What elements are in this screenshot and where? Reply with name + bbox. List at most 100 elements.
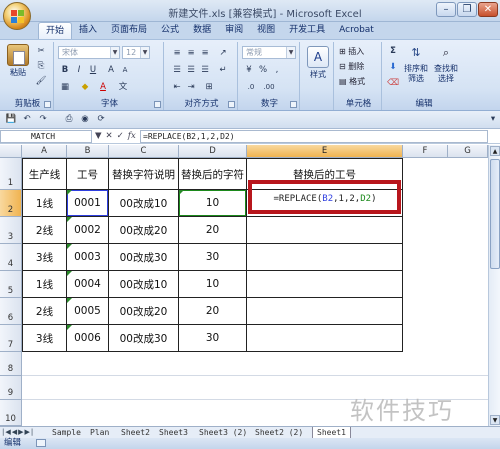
id-cell[interactable]: 0001: [67, 190, 109, 217]
vertical-scrollbar[interactable]: ▲ ▼: [488, 145, 500, 426]
preview-icon[interactable]: ◉: [78, 113, 92, 126]
id-cell[interactable]: 0005: [67, 298, 109, 325]
clear-icon[interactable]: ⌫: [386, 77, 400, 90]
clipboard-dialog-launcher[interactable]: [44, 101, 51, 108]
column-header[interactable]: D: [179, 145, 247, 158]
row-header[interactable]: 1: [0, 158, 22, 190]
tab-view[interactable]: 视图: [250, 22, 282, 39]
font-family-select[interactable]: 宋体 ▼: [58, 46, 120, 59]
table-header-cell[interactable]: 替换后的字符: [179, 158, 247, 190]
bold-icon[interactable]: B: [58, 64, 72, 77]
line-cell[interactable]: 3线: [22, 325, 67, 352]
result-cell[interactable]: [247, 325, 403, 352]
phonetic-icon[interactable]: 文: [116, 81, 130, 94]
tab-acrobat[interactable]: Acrobat: [332, 22, 381, 39]
italic-icon[interactable]: I: [72, 64, 86, 77]
enter-icon[interactable]: ✓: [117, 130, 124, 143]
number-format-select[interactable]: 常规 ▼: [242, 46, 296, 59]
desc-cell[interactable]: 00改成20: [109, 217, 179, 244]
column-header[interactable]: C: [109, 145, 179, 158]
desc-cell[interactable]: 00改成30: [109, 325, 179, 352]
tab-review[interactable]: 审阅: [218, 22, 250, 39]
line-cell[interactable]: 1线: [22, 271, 67, 298]
line-cell[interactable]: 2线: [22, 217, 67, 244]
line-cell[interactable]: 3线: [22, 244, 67, 271]
tab-data[interactable]: 数据: [186, 22, 218, 39]
replace-cell[interactable]: 30: [179, 325, 247, 352]
paste-button[interactable]: 粘贴: [5, 44, 31, 78]
replace-cell[interactable]: 20: [179, 217, 247, 244]
wrap-text-icon[interactable]: ↵: [216, 64, 230, 77]
row-header[interactable]: 4: [0, 244, 22, 271]
row-header[interactable]: 2: [0, 190, 22, 217]
fill-icon[interactable]: ⬇: [386, 61, 400, 74]
id-cell[interactable]: 0004: [67, 271, 109, 298]
refresh-icon[interactable]: ⟳: [94, 113, 108, 126]
delete-cells-button[interactable]: ⊟ 删除: [339, 61, 364, 72]
row-header[interactable]: 6: [0, 298, 22, 325]
number-dialog-launcher[interactable]: [290, 101, 297, 108]
sheet-nav-arrows-icon[interactable]: |◀◀▶▶|: [2, 427, 34, 438]
formula-input[interactable]: =REPLACE(B2,1,2,D2): [140, 130, 488, 143]
font-dialog-launcher[interactable]: [154, 101, 161, 108]
cut-icon[interactable]: ✂: [34, 45, 48, 58]
office-button[interactable]: [3, 2, 31, 30]
name-box[interactable]: MATCH: [0, 130, 92, 143]
font-size-select[interactable]: 12 ▼: [122, 46, 150, 59]
empty-row[interactable]: [22, 352, 488, 376]
column-header[interactable]: E: [247, 145, 403, 158]
id-cell[interactable]: 0006: [67, 325, 109, 352]
undo-icon[interactable]: ↶: [20, 113, 34, 126]
redo-icon[interactable]: ↷: [36, 113, 50, 126]
desc-cell[interactable]: 00改成10: [109, 190, 179, 217]
sort-filter-button[interactable]: ⇅ 排序和 筛选: [402, 44, 430, 84]
print-icon[interactable]: ⎙: [62, 113, 76, 126]
align-top-icon[interactable]: ≡: [170, 47, 184, 60]
tab-page-layout[interactable]: 页面布局: [104, 22, 154, 39]
result-cell[interactable]: [247, 217, 403, 244]
desc-cell[interactable]: 00改成20: [109, 298, 179, 325]
scroll-up-icon[interactable]: ▲: [490, 146, 500, 156]
comma-style-icon[interactable]: ,: [270, 64, 284, 77]
alignment-dialog-launcher[interactable]: [228, 101, 235, 108]
align-bottom-icon[interactable]: ≡: [198, 47, 212, 60]
macro-record-icon[interactable]: [36, 439, 46, 447]
result-cell[interactable]: [247, 244, 403, 271]
replace-cell[interactable]: 10: [179, 190, 247, 217]
find-select-button[interactable]: ⌕ 查找和 选择: [432, 44, 460, 84]
tab-home[interactable]: 开始: [38, 22, 73, 39]
align-left-icon[interactable]: ☰: [170, 64, 184, 77]
row-header[interactable]: 8: [0, 352, 22, 376]
expand-icon[interactable]: ▾: [486, 113, 500, 126]
tab-insert[interactable]: 插入: [72, 22, 104, 39]
grow-font-icon[interactable]: A: [104, 64, 118, 77]
orientation-icon[interactable]: ↗: [216, 47, 230, 60]
scroll-thumb[interactable]: [490, 159, 500, 269]
scroll-down-icon[interactable]: ▼: [490, 415, 500, 425]
restore-button[interactable]: ❐: [457, 2, 477, 17]
replace-cell[interactable]: 30: [179, 244, 247, 271]
line-cell[interactable]: 2线: [22, 298, 67, 325]
table-header-cell[interactable]: 替换字符说明: [109, 158, 179, 190]
insert-cells-button[interactable]: ⊞ 插入: [339, 46, 364, 57]
percent-icon[interactable]: %: [256, 64, 270, 77]
tab-developer[interactable]: 开发工具: [282, 22, 332, 39]
font-color-icon[interactable]: A: [96, 81, 110, 94]
insert-function-icon[interactable]: fx: [128, 130, 136, 143]
tab-formulas[interactable]: 公式: [154, 22, 186, 39]
increase-decimal-icon[interactable]: .0: [244, 81, 258, 94]
cancel-icon[interactable]: ✕: [106, 130, 113, 143]
format-painter-icon[interactable]: 🖌: [34, 75, 48, 88]
shrink-font-icon[interactable]: A: [118, 64, 132, 77]
close-button[interactable]: ✕: [478, 2, 498, 17]
line-cell[interactable]: 1线: [22, 190, 67, 217]
row-header[interactable]: 10: [0, 400, 22, 426]
row-header[interactable]: 7: [0, 325, 22, 352]
autosum-icon[interactable]: Σ: [386, 45, 400, 58]
copy-icon[interactable]: ⎘: [34, 60, 48, 73]
underline-icon[interactable]: U: [86, 64, 100, 77]
replace-cell[interactable]: 10: [179, 271, 247, 298]
save-icon[interactable]: 💾: [4, 113, 18, 126]
table-header-cell[interactable]: 工号: [67, 158, 109, 190]
select-all-corner[interactable]: [0, 145, 22, 158]
